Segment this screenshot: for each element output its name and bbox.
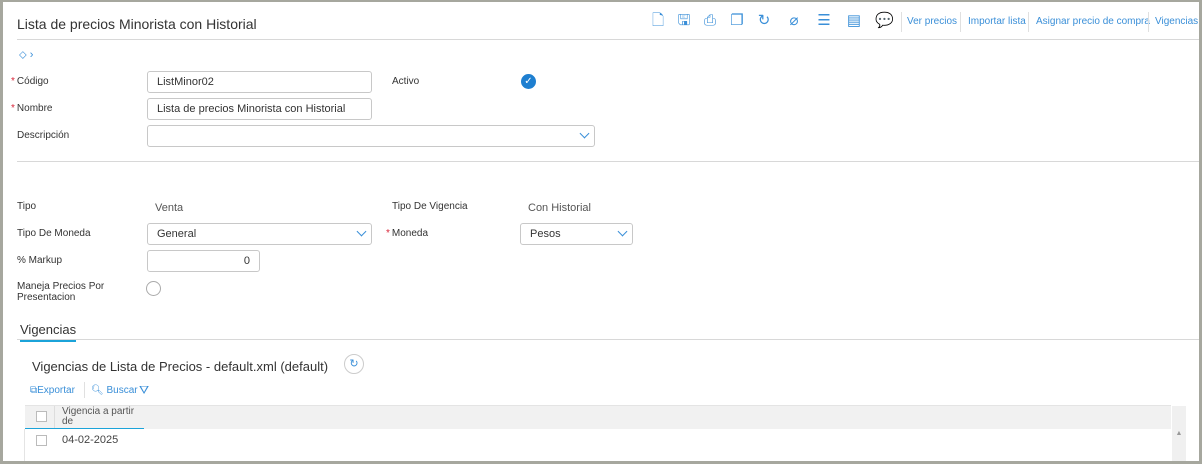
activo-checkbox[interactable]: ✓	[521, 74, 536, 89]
maneja-label: Maneja Precios Por Presentacion	[17, 281, 105, 303]
save-icon[interactable]: 🖫	[675, 12, 693, 30]
moneda-label: * Moneda	[386, 228, 429, 239]
tipo-moneda-label: Tipo De Moneda	[17, 228, 91, 239]
tipo-moneda-select[interactable]: General	[147, 223, 372, 245]
codigo-label: * Código	[11, 76, 49, 87]
chevron-down-icon	[617, 226, 628, 237]
page-title: Lista de precios Minorista con Historial	[17, 16, 257, 32]
markup-input[interactable]: 0	[147, 250, 260, 272]
new-document-icon[interactable]: 🗋	[649, 12, 667, 30]
ver-precios-link[interactable]: Ver precios	[907, 16, 957, 27]
markup-label: % Markup	[17, 255, 63, 266]
window: Lista de precios Minorista con Historial…	[0, 0, 1202, 464]
print-icon[interactable]: ⎙	[701, 12, 719, 30]
column-header-vigencia[interactable]: Vigencia a partir de	[62, 407, 147, 427]
scroll-up-icon[interactable]: ▲	[1172, 430, 1186, 437]
chevron-down-icon	[356, 226, 367, 237]
tipo-vigencia-label: Tipo De Vigencia	[392, 201, 468, 212]
tipo-label: Tipo	[17, 201, 37, 212]
tag-icon[interactable]: ⬦ ›	[19, 49, 33, 62]
asignar-precio-link[interactable]: Asignar precio de compra	[1036, 16, 1150, 27]
search-icon: 🔍︎	[91, 385, 104, 396]
attach-icon[interactable]: ⌀	[785, 12, 803, 30]
nombre-input[interactable]: Lista de precios Minorista con Historial	[147, 98, 372, 120]
scrollbar[interactable]: ▲	[1172, 406, 1186, 461]
select-all-checkbox[interactable]	[36, 411, 47, 422]
grid-title: Vigencias de Lista de Precios - default.…	[32, 359, 329, 374]
row-checkbox[interactable]	[36, 435, 47, 446]
tipo-vigencia-value: Con Historial	[528, 202, 591, 214]
history-icon[interactable]: ↻	[755, 12, 773, 30]
chevron-down-icon	[579, 128, 590, 139]
nombre-label: * Nombre	[11, 103, 53, 114]
filter-icon[interactable]: ⛛	[139, 383, 149, 398]
refresh-icon[interactable]: ↻	[344, 354, 364, 374]
checklist-icon[interactable]: ☰	[815, 12, 833, 30]
search-button[interactable]: 🔍︎ Buscar	[91, 385, 138, 396]
comment-icon[interactable]: 💬	[875, 12, 894, 30]
copy-icon[interactable]: ❐	[728, 12, 746, 30]
activo-label: Activo	[392, 76, 420, 87]
descripcion-label: Descripción	[17, 130, 70, 141]
moneda-select[interactable]: Pesos	[520, 223, 633, 245]
vigencias-link[interactable]: Vigencias	[1155, 16, 1198, 27]
tipo-value: Venta	[155, 202, 184, 214]
maneja-toggle[interactable]	[146, 281, 161, 296]
codigo-input[interactable]: ListMinor02	[147, 71, 372, 93]
table-cell-vigencia: 04-02-2025	[62, 434, 119, 446]
descripcion-select[interactable]	[147, 125, 595, 147]
importar-lista-link[interactable]: Importar lista	[968, 16, 1026, 27]
grid-header	[25, 405, 1171, 429]
export-button[interactable]: ⧉Exportar	[30, 385, 75, 396]
report-icon[interactable]: ▤	[845, 12, 863, 30]
